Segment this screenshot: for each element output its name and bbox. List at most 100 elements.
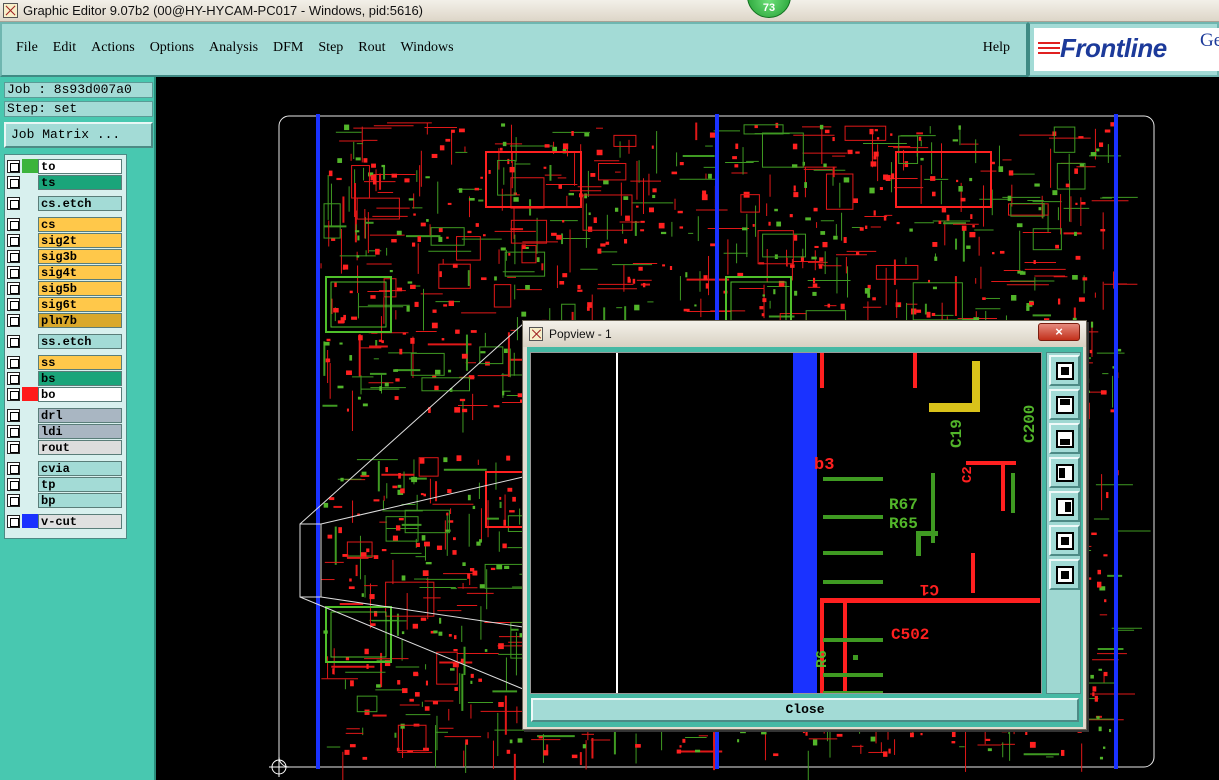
pan-up-button[interactable]: [1049, 389, 1080, 420]
layer-label[interactable]: rout: [38, 439, 122, 455]
layer-color-swatch[interactable]: [22, 461, 38, 475]
layer-label[interactable]: bo: [38, 386, 122, 402]
layer-color-swatch[interactable]: [22, 281, 38, 295]
layer-label[interactable]: sig2t: [38, 232, 122, 248]
layer-label[interactable]: bs: [38, 370, 122, 386]
layer-checkbox[interactable]: [7, 217, 20, 231]
layer-row-ss[interactable]: ss: [7, 354, 122, 370]
menu-analysis[interactable]: Analysis: [209, 40, 258, 56]
layer-row-sig6t[interactable]: sig6t: [7, 296, 122, 312]
layer-color-swatch[interactable]: [22, 233, 38, 247]
layer-color-swatch[interactable]: [22, 514, 38, 528]
layer-color-swatch[interactable]: [22, 265, 38, 279]
layer-label[interactable]: v-cut: [38, 513, 122, 529]
layer-label[interactable]: sig6t: [38, 296, 122, 312]
layer-row-drl[interactable]: drl: [7, 407, 122, 423]
layer-checkbox[interactable]: [7, 371, 20, 385]
layer-color-swatch[interactable]: [22, 440, 38, 454]
layer-checkbox[interactable]: [7, 334, 20, 348]
layer-row-pln7b[interactable]: pln7b: [7, 312, 122, 328]
layer-color-swatch[interactable]: [22, 249, 38, 263]
layer-color-swatch[interactable]: [22, 493, 38, 507]
pan-right-button[interactable]: [1049, 491, 1080, 522]
layer-color-swatch[interactable]: [22, 297, 38, 311]
layer-color-swatch[interactable]: [22, 217, 38, 231]
layer-label[interactable]: drl: [38, 407, 122, 423]
layer-label[interactable]: cvia: [38, 460, 122, 476]
layer-checkbox[interactable]: [7, 355, 20, 369]
layer-color-swatch[interactable]: [22, 334, 38, 348]
layer-checkbox[interactable]: [7, 387, 20, 401]
layer-row-tp[interactable]: tp: [7, 476, 122, 492]
layer-label[interactable]: bp: [38, 492, 122, 508]
layer-row-cvia[interactable]: cvia: [7, 460, 122, 476]
layer-color-swatch[interactable]: [22, 387, 38, 401]
layer-checkbox[interactable]: [7, 440, 20, 454]
layer-row-rout[interactable]: rout: [7, 439, 122, 455]
layer-checkbox[interactable]: [7, 233, 20, 247]
menu-windows[interactable]: Windows: [401, 40, 454, 56]
layer-checkbox[interactable]: [7, 477, 20, 491]
menu-help[interactable]: Help: [983, 40, 1010, 56]
zoom-in-button[interactable]: [1049, 525, 1080, 556]
zoom-fit-button[interactable]: [1049, 355, 1080, 386]
layer-row-bo[interactable]: bo: [7, 386, 122, 402]
layer-checkbox[interactable]: [7, 265, 20, 279]
layer-checkbox[interactable]: [7, 196, 20, 210]
layer-color-swatch[interactable]: [22, 477, 38, 491]
layer-checkbox[interactable]: [7, 159, 20, 173]
layer-checkbox[interactable]: [7, 408, 20, 422]
layer-row-bp[interactable]: bp: [7, 492, 122, 508]
layer-label[interactable]: cs: [38, 216, 122, 232]
popview-canvas[interactable]: b3 R67 R65 C19 C200 C2 C502 C1 R6: [530, 352, 1042, 694]
layer-label[interactable]: ss.etch: [38, 333, 122, 349]
pan-down-button[interactable]: [1049, 423, 1080, 454]
layer-checkbox[interactable]: [7, 313, 20, 327]
layer-checkbox[interactable]: [7, 281, 20, 295]
layer-color-swatch[interactable]: [22, 408, 38, 422]
popview-zoom-view[interactable]: b3 R67R65 C19 C200 C2 C502 C1 R6: [531, 353, 1042, 694]
layer-color-swatch[interactable]: [22, 159, 38, 173]
layer-row-bs[interactable]: bs: [7, 370, 122, 386]
layer-row-ss.etch[interactable]: ss.etch: [7, 333, 122, 349]
layer-row-to[interactable]: to: [7, 158, 122, 174]
zoom-out-button[interactable]: [1049, 559, 1080, 590]
menu-options[interactable]: Options: [150, 40, 194, 56]
layer-label[interactable]: sig3b: [38, 248, 122, 264]
layer-label[interactable]: ldi: [38, 423, 122, 439]
layer-row-sig3b[interactable]: sig3b: [7, 248, 122, 264]
layer-row-ts[interactable]: ts: [7, 174, 122, 190]
menu-step[interactable]: Step: [318, 40, 343, 56]
popview-close-button[interactable]: Close: [531, 698, 1079, 722]
menu-rout[interactable]: Rout: [358, 40, 385, 56]
layer-color-swatch[interactable]: [22, 175, 38, 189]
layer-checkbox[interactable]: [7, 514, 20, 528]
popview-close-x-button[interactable]: ×: [1038, 323, 1080, 341]
layer-color-swatch[interactable]: [22, 424, 38, 438]
layer-label[interactable]: cs.etch: [38, 195, 122, 211]
menu-file[interactable]: File: [16, 40, 38, 56]
layer-label[interactable]: tp: [38, 476, 122, 492]
layer-checkbox[interactable]: [7, 249, 20, 263]
job-matrix-button[interactable]: Job Matrix ...: [4, 122, 153, 148]
layer-checkbox[interactable]: [7, 424, 20, 438]
layer-checkbox[interactable]: [7, 461, 20, 475]
menu-edit[interactable]: Edit: [53, 40, 76, 56]
layer-checkbox[interactable]: [7, 175, 20, 189]
layer-color-swatch[interactable]: [22, 355, 38, 369]
layer-row-cs.etch[interactable]: cs.etch: [7, 195, 122, 211]
layer-color-swatch[interactable]: [22, 313, 38, 327]
layer-checkbox[interactable]: [7, 297, 20, 311]
layer-label[interactable]: sig5b: [38, 280, 122, 296]
layer-row-sig4t[interactable]: sig4t: [7, 264, 122, 280]
layer-label[interactable]: sig4t: [38, 264, 122, 280]
layer-row-sig2t[interactable]: sig2t: [7, 232, 122, 248]
layer-label[interactable]: ss: [38, 354, 122, 370]
layer-label[interactable]: pln7b: [38, 312, 122, 328]
layer-label[interactable]: ts: [38, 174, 122, 190]
layer-row-cs[interactable]: cs: [7, 216, 122, 232]
menu-actions[interactable]: Actions: [91, 40, 135, 56]
layer-row-v-cut[interactable]: v-cut: [7, 513, 122, 529]
layer-label[interactable]: to: [38, 158, 122, 174]
layer-color-swatch[interactable]: [22, 371, 38, 385]
